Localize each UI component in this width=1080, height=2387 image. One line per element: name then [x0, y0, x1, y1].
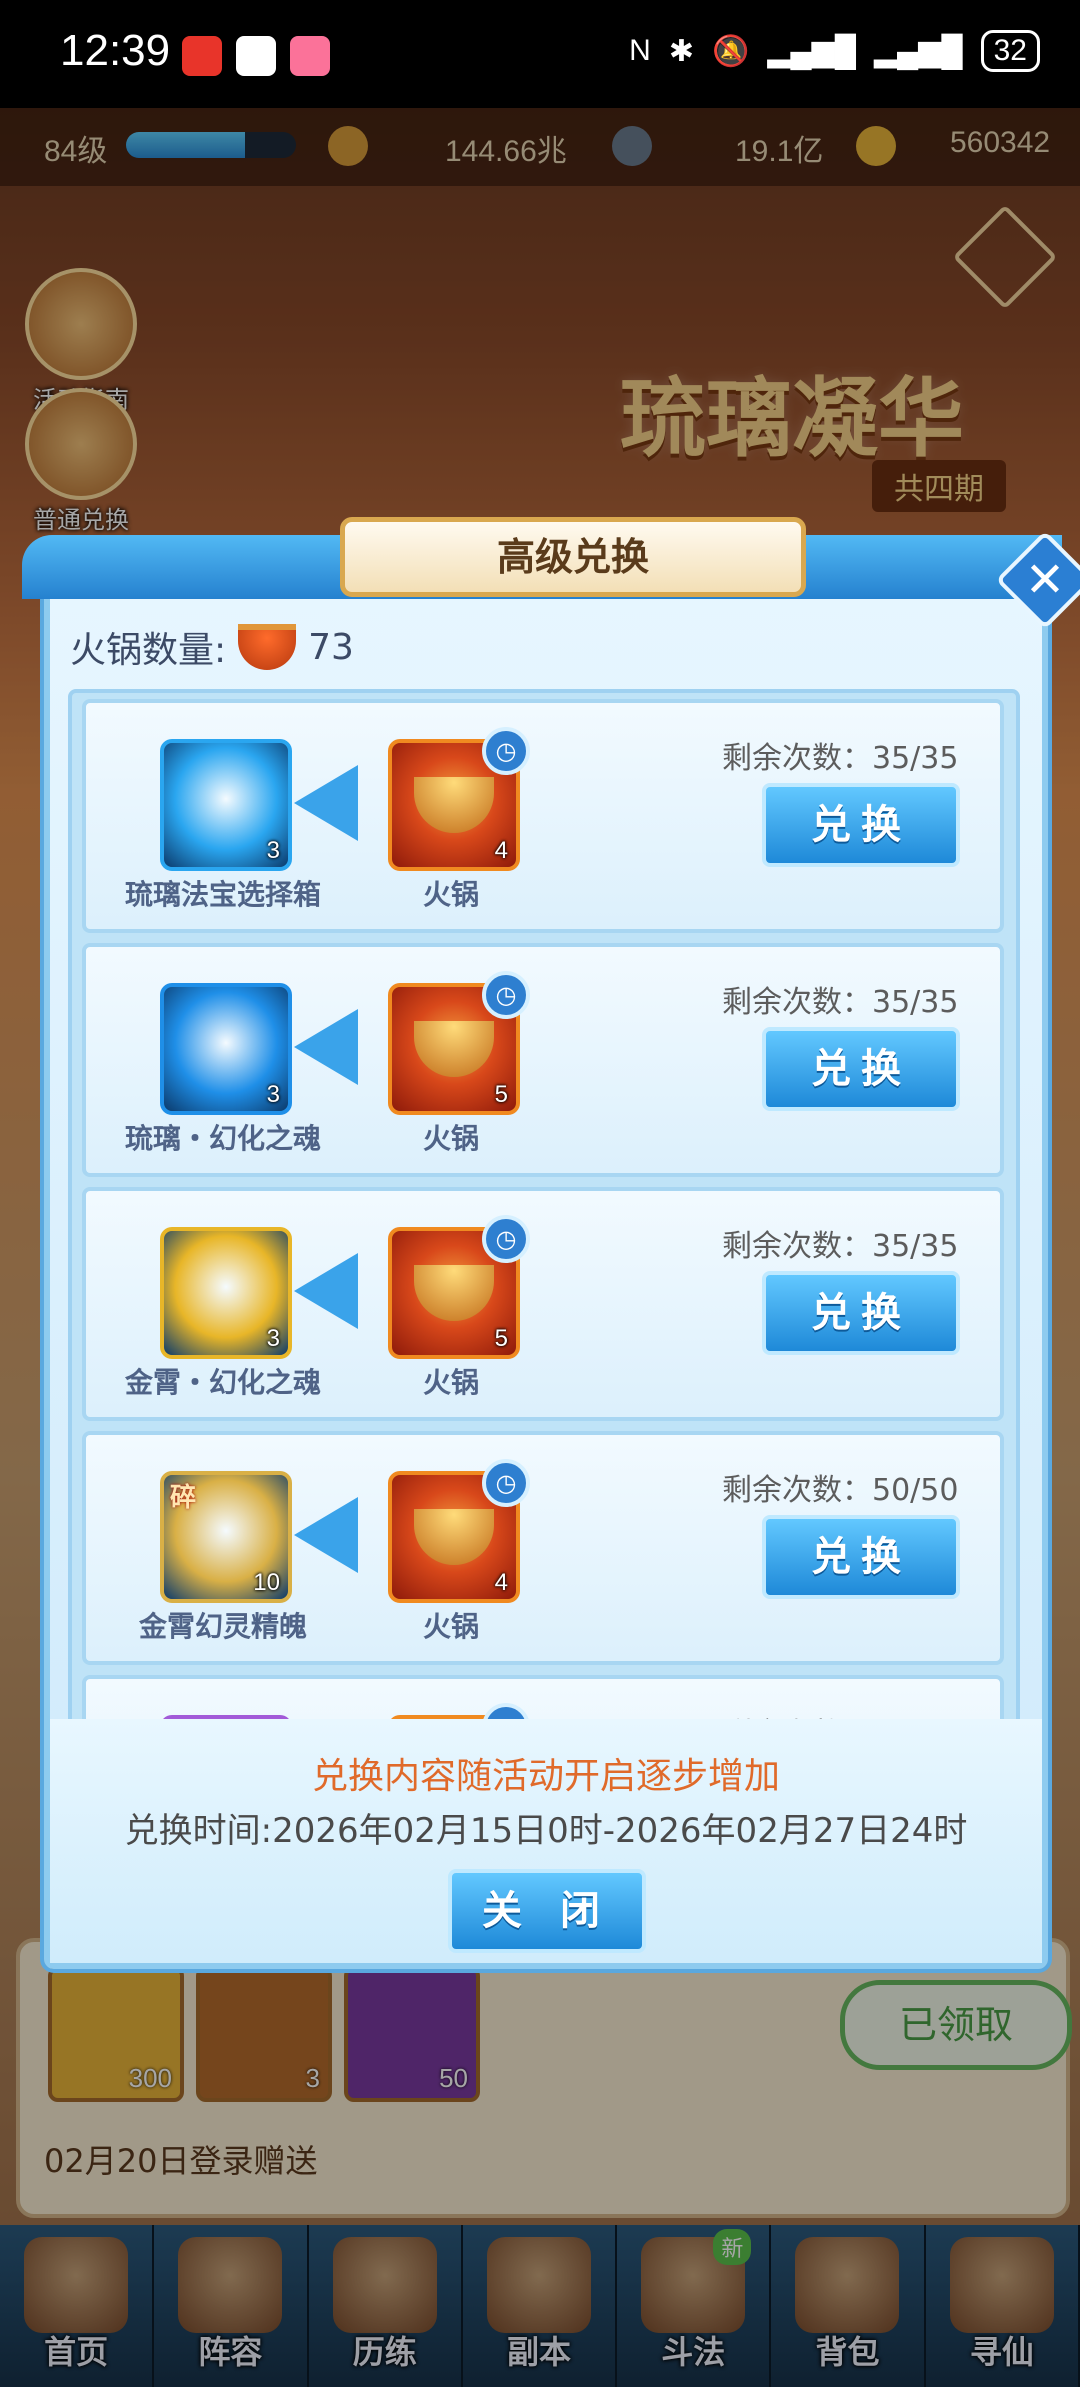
clock-icon: ◷ [482, 1459, 530, 1507]
arrow-left-icon [294, 1009, 358, 1085]
battery-indicator: 32 [980, 30, 1040, 72]
treasure-chest-icon: 3 [160, 739, 292, 871]
fragment-badge: 碎 [170, 1483, 197, 1513]
exchange-notice: 兑换内容随活动开启逐步增加 [311, 1756, 780, 1797]
golden-soul-icon: 3 [160, 1227, 292, 1359]
spirit-essence-icon: 碎 10 [160, 1471, 292, 1603]
arrow-left-icon [294, 765, 358, 841]
qq-app-icon [236, 36, 276, 76]
close-button[interactable]: 关 闭 [448, 1869, 646, 1953]
dialog-footer: 兑换内容随活动开启逐步增加 兑换时间:2026年02月15日0时-2026年02… [50, 1719, 1042, 1963]
notification-icons [182, 36, 330, 76]
exchange-button[interactable]: 兑换 [762, 1515, 960, 1599]
exchange-row: 3 ◷ 5 琉璃・幻化之魂 火锅 剩余次数：35/35 兑换 [82, 943, 1004, 1177]
hotpot-item-icon: ◷ 4 [388, 727, 530, 871]
status-time: 12:39 [60, 26, 171, 75]
exchange-row: 碎 10 ◷ 4 金霄幻灵精魄 火锅 剩余次数：50/50 兑换 [82, 1431, 1004, 1665]
hotpot-item-icon: ◷ 4 [388, 1459, 530, 1603]
exchange-button[interactable]: 兑换 [762, 1271, 960, 1355]
signal-icon: ▂▄▆█ [767, 34, 856, 68]
hotpot-count-label: 火锅数量: [70, 630, 227, 671]
nfc-icon: N [629, 34, 651, 67]
status-bar: 12:39 N ✱ 🔕 ▂▄▆█ ▂▄▆█ 32 [0, 0, 1080, 108]
exchange-button[interactable]: 兑换 [762, 1027, 960, 1111]
mute-icon: 🔕 [711, 34, 750, 68]
remaining-count: 剩余次数：35/35 [722, 1229, 959, 1264]
remaining-count: 剩余次数：35/35 [722, 985, 959, 1020]
hotpot-icon [238, 624, 297, 670]
remaining-count: 剩余次数：50/50 [722, 1473, 959, 1508]
signal-icon-2: ▂▄▆█ [873, 34, 963, 68]
reward-name: 琉璃法宝选择箱 [124, 878, 321, 911]
bluetooth-icon: ✱ [668, 34, 694, 68]
exchange-button[interactable]: 兑换 [762, 783, 960, 867]
soul-crystal-icon: 3 [160, 983, 292, 1115]
hotpot-count-value: 73 [308, 626, 354, 668]
status-indicators: N ✱ 🔕 ▂▄▆█ ▂▄▆█ 32 [629, 30, 1040, 72]
cost-name: 火锅 [422, 1122, 479, 1155]
arrow-left-icon [294, 1497, 358, 1573]
cost-name: 火锅 [422, 1610, 479, 1643]
clock-icon: ◷ [482, 727, 530, 775]
remaining-count: 剩余次数：35/35 [722, 741, 959, 776]
reward-name: 金霄・幻化之魂 [124, 1366, 321, 1399]
reward-name: 琉璃・幻化之魂 [124, 1122, 321, 1155]
exchange-dialog: 高级兑换 ✕ 火锅数量: 73 3 ◷ 4 琉璃法宝选择箱 火锅 剩余次数：35/… [22, 517, 1080, 1969]
exchange-time-range: 兑换时间:2026年02月15日0时-2026年02月27日24时 [124, 1811, 968, 1851]
hotpot-count: 火锅数量: 73 [70, 621, 354, 673]
reward-name: 金霄幻灵精魄 [138, 1610, 307, 1643]
dialog-title: 高级兑换 [340, 517, 806, 597]
hotpot-item-icon: ◷ 5 [388, 971, 530, 1115]
exchange-row: 3 ◷ 4 琉璃法宝选择箱 火锅 剩余次数：35/35 兑换 [82, 699, 1004, 933]
clock-icon: ◷ [482, 1215, 530, 1263]
cost-name: 火锅 [422, 878, 479, 911]
huawei-app-icon [182, 36, 222, 76]
clock-icon: ◷ [482, 971, 530, 1019]
arrow-left-icon [294, 1253, 358, 1329]
cost-name: 火锅 [422, 1366, 479, 1399]
hotpot-item-icon: ◷ 5 [388, 1215, 530, 1359]
bilibili-app-icon [290, 36, 330, 76]
exchange-list[interactable]: 3 ◷ 4 琉璃法宝选择箱 火锅 剩余次数：35/35 兑换 3 ◷ 5 琉璃・幻化… [68, 689, 1020, 1727]
exchange-row: 3 ◷ 5 金霄・幻化之魂 火锅 剩余次数：35/35 兑换 [82, 1187, 1004, 1421]
